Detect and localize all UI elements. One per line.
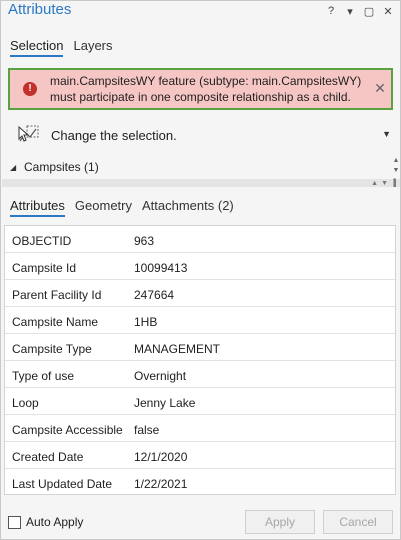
table-row[interactable]: Created Date 12/1/2020 [5,442,395,469]
tab-attachments[interactable]: Attachments (2) [142,198,234,217]
field-value[interactable]: 247664 [134,288,174,302]
field-name: Campsite Accessible [12,423,123,437]
auto-apply-toggle[interactable]: Auto Apply [8,515,83,529]
auto-apply-label: Auto Apply [26,515,84,529]
expand-down-icon[interactable]: ▼ [381,180,388,187]
splitter[interactable] [2,179,400,187]
splitter-arrows[interactable]: ▲ ▼ ▐ [371,180,396,187]
field-name: Campsite Name [12,315,99,329]
options-dropdown-icon[interactable]: ▾ [344,4,356,18]
field-name: Type of use [12,369,75,383]
table-row[interactable]: Campsite Type MANAGEMENT [5,334,395,361]
error-banner: ! main.CampsitesWY feature (subtype: mai… [8,68,393,110]
top-tabs: Selection Layers [10,38,113,57]
table-row[interactable]: OBJECTID 963 [5,226,395,253]
tab-geometry[interactable]: Geometry [75,198,132,217]
tree-scrollbar[interactable]: ▲ ▼ [392,156,400,178]
error-message-line1: main.CampsitesWY feature (subtype: main.… [50,74,362,88]
field-name: Campsite Type [12,342,92,356]
change-selection-label: Change the selection. [51,128,177,143]
attribute-table: OBJECTID 963 Campsite Id 10099413 Parent… [4,225,396,495]
chevron-down-icon[interactable]: ▼ [382,129,391,139]
field-value[interactable]: MANAGEMENT [134,342,220,356]
table-row[interactable]: Campsite Id 10099413 [5,253,395,280]
field-value[interactable]: 12/1/2020 [134,450,187,464]
tab-selection[interactable]: Selection [10,38,64,57]
auto-apply-checkbox[interactable] [8,515,21,529]
table-row[interactable]: Campsite Accessible false [5,415,395,442]
tree-row-campsites[interactable]: ◢ Campsites (1) [10,160,390,176]
maximize-icon[interactable]: ▢ [363,4,375,18]
error-icon: ! [23,82,37,96]
title-controls: ? ▾ ▢ ✕ [325,4,394,18]
footer: Auto Apply Apply Cancel [1,505,400,539]
selection-tool-icon [17,123,41,147]
field-value[interactable]: 1HB [134,315,157,329]
field-value[interactable]: false [134,423,159,437]
splitter-handle-icon[interactable]: ▐ [391,180,396,187]
error-message-line2: must participate in one composite relati… [50,90,351,104]
tab-attributes[interactable]: Attributes [10,198,65,217]
collapse-up-icon[interactable]: ▲ [371,180,378,187]
collapse-toggle-icon[interactable]: ◢ [10,163,16,172]
detail-tabs: Attributes Geometry Attachments (2) [10,198,234,217]
field-name: Loop [12,396,39,410]
tree-label: Campsites (1) [24,160,99,174]
title-bar: Attributes ? ▾ ▢ ✕ [1,1,400,23]
field-value[interactable]: 963 [134,234,154,248]
field-name: Created Date [12,450,84,464]
cancel-button[interactable]: Cancel [323,510,393,534]
field-name: Parent Facility Id [12,288,102,302]
table-row[interactable]: Loop Jenny Lake [5,388,395,415]
tab-layers[interactable]: Layers [73,38,112,57]
table-row[interactable]: Campsite Name 1HB [5,307,395,334]
field-name: Campsite Id [12,261,77,275]
table-row[interactable]: Parent Facility Id 247664 [5,280,395,307]
field-value[interactable]: 10099413 [134,261,187,275]
help-icon[interactable]: ? [325,4,337,18]
field-value[interactable]: 1/22/2021 [134,477,187,491]
field-value[interactable]: Jenny Lake [134,396,195,410]
change-selection-row[interactable]: Change the selection. ▼ [17,121,393,149]
field-name: Last Updated Date [12,477,113,491]
close-icon[interactable]: ✕ [382,4,394,18]
table-row[interactable]: Type of use Overnight [5,361,395,388]
pane-title: Attributes [8,1,72,18]
field-name: OBJECTID [12,234,72,248]
field-value[interactable]: Overnight [134,369,186,383]
table-row[interactable]: Last Updated Date 1/22/2021 [5,469,395,496]
apply-button[interactable]: Apply [245,510,315,534]
error-message: main.CampsitesWY feature (subtype: main.… [50,73,370,105]
attributes-pane: Attributes ? ▾ ▢ ✕ Selection Layers ! ma… [0,0,401,540]
close-icon[interactable]: ✕ [373,81,387,95]
